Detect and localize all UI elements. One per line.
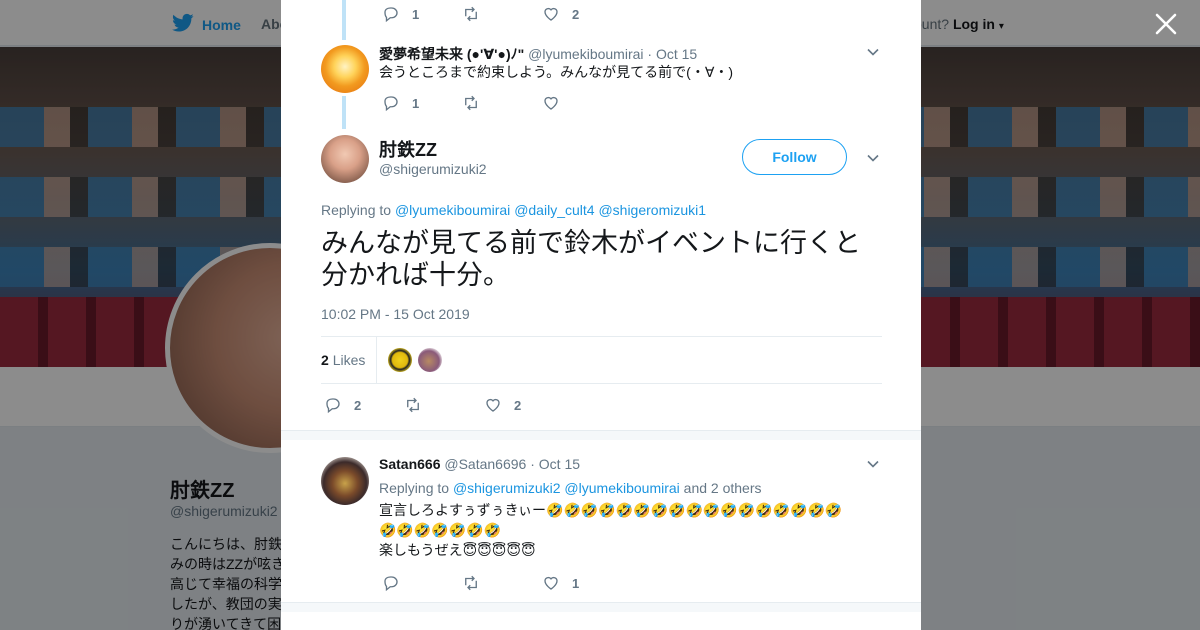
reply-button[interactable]: 1 (382, 5, 462, 23)
user-avatar[interactable] (321, 45, 369, 93)
user-display-name[interactable]: Satan666 (379, 456, 440, 472)
likes-count[interactable]: 2 Likes (321, 352, 365, 368)
reply-icon (384, 576, 398, 592)
heart-icon (486, 398, 500, 412)
tweet-stats: 2 Likes (321, 336, 882, 384)
focus-tweet-timestamp[interactable]: 10:02 PM - 15 Oct 2019 (321, 306, 470, 322)
retweet-button[interactable] (404, 396, 484, 414)
more-options-chevron-icon[interactable] (866, 151, 880, 165)
reply-user-avatar[interactable] (321, 457, 369, 505)
replying-to-others[interactable]: and 2 others (684, 480, 762, 496)
replying-to-mention[interactable]: @shigerumizuki2 (453, 480, 561, 496)
follow-button[interactable]: Follow (742, 139, 847, 175)
focus-tweet-text: みんなが見てる前で鈴木がイベントに行くと分かれば十分。 (321, 228, 861, 290)
tweet-text: 会うところまで約束しよう。みんなが見てる前で(・∀・) (379, 64, 734, 80)
replying-to-line: Replying to @lyumekiboumirai @daily_cult… (321, 202, 706, 218)
reply-icon (326, 398, 340, 414)
thread-connector-line (342, 0, 346, 40)
retweet-icon (465, 95, 477, 111)
tweet-actions: 1 2 (382, 5, 579, 23)
reply-tweet-text: 宣言しろよすぅずぅきぃー🤣🤣🤣🤣🤣🤣🤣🤣🤣🤣🤣🤣🤣🤣🤣🤣🤣 🤣🤣🤣🤣🤣🤣🤣 楽し… (379, 503, 843, 559)
reply-button[interactable] (382, 574, 462, 592)
replying-to-mention[interactable]: @lyumekiboumirai (395, 202, 510, 218)
retweet-button[interactable] (462, 5, 542, 23)
tweet-header: 愛夢希望未来 (●'∀'●)ﾉ" @lyumekiboumirai · Oct … (379, 46, 698, 62)
like-button[interactable]: 2 (484, 396, 521, 414)
heart-icon (544, 96, 558, 110)
tweet-date[interactable]: Oct 15 (539, 456, 580, 472)
focus-user-handle[interactable]: @shigerumizuki2 (379, 161, 487, 177)
reply-icon (384, 96, 398, 112)
like-button[interactable] (542, 94, 572, 112)
replying-to-line: Replying to @shigerumizuki2 @lyumekiboum… (379, 480, 762, 496)
liker-avatar[interactable] (388, 348, 412, 372)
more-options-chevron-icon[interactable] (866, 457, 880, 471)
replying-to-prefix: Replying to (321, 202, 392, 218)
tweet-header: Satan666 @Satan6696 · Oct 15 (379, 456, 581, 472)
like-button[interactable]: 1 (542, 574, 579, 592)
replying-to-mention[interactable]: @shigeromizuki1 (598, 202, 706, 218)
section-divider (281, 602, 921, 612)
like-button[interactable]: 2 (542, 5, 579, 23)
user-handle[interactable]: @Satan6696 (444, 456, 526, 472)
heart-icon (544, 576, 558, 590)
reply-icon (384, 7, 398, 23)
reply-tweet-actions: 1 (382, 574, 579, 592)
replying-to-mention[interactable]: @daily_cult4 (514, 202, 594, 218)
focus-user-name[interactable]: 肘鉄ZZ (379, 136, 437, 162)
replying-to-mention[interactable]: @lyumekiboumirai (564, 480, 679, 496)
close-icon (1155, 13, 1177, 35)
retweet-icon (465, 575, 477, 591)
tweet-actions: 1 (382, 94, 572, 112)
retweet-icon (465, 6, 477, 22)
retweet-button[interactable] (462, 574, 542, 592)
focus-tweet-actions: 2 2 (324, 396, 521, 414)
reply-button[interactable]: 2 (324, 396, 404, 414)
user-handle[interactable]: @lyumekiboumirai (528, 46, 643, 62)
retweet-icon (407, 397, 419, 413)
thread-connector-line (342, 96, 346, 129)
heart-icon (544, 7, 558, 21)
retweet-button[interactable] (462, 94, 542, 112)
more-options-chevron-icon[interactable] (866, 45, 880, 59)
close-modal-button[interactable] (1154, 12, 1178, 36)
reply-button[interactable]: 1 (382, 94, 462, 112)
tweet-date[interactable]: Oct 15 (656, 46, 697, 62)
section-divider (281, 430, 921, 440)
focus-user-avatar[interactable] (321, 135, 369, 183)
liker-avatar[interactable] (418, 348, 442, 372)
user-display-name[interactable]: 愛夢希望未来 (●'∀'●)ﾉ" (379, 46, 524, 62)
